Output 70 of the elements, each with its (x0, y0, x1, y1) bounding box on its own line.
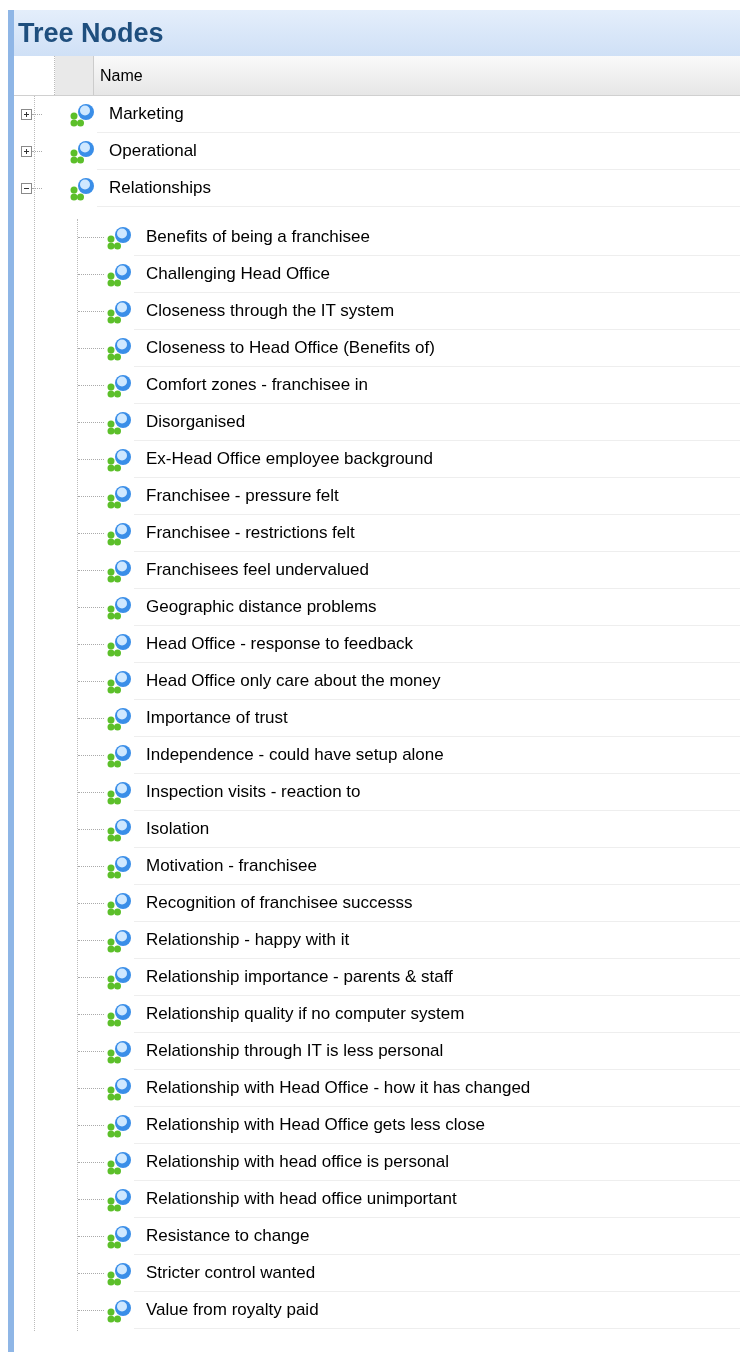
node-icon (106, 853, 134, 880)
node-name[interactable]: Independence - could have setup alone (134, 737, 740, 774)
node-name[interactable]: Relationship with head office is personal (134, 1144, 740, 1181)
node-name[interactable]: Franchisee - pressure felt (134, 478, 740, 515)
node-icon (106, 409, 134, 436)
node-icon (106, 631, 134, 658)
node-name[interactable]: Relationship with head office unimportant (134, 1181, 740, 1218)
node-name[interactable]: Franchisees feel undervalued (134, 552, 740, 589)
node-icon (106, 372, 134, 399)
node-icon (106, 668, 134, 695)
node-name[interactable]: Comfort zones - franchisee in (134, 367, 740, 404)
node-name[interactable]: Marketing (97, 96, 740, 133)
node-icon (106, 1149, 134, 1176)
node-icon (106, 1075, 134, 1102)
node-icon (106, 1001, 134, 1028)
node-name[interactable]: Operational (97, 133, 740, 170)
node-icon (69, 175, 97, 202)
node-name[interactable]: Relationship through IT is less personal (134, 1033, 740, 1070)
node-icon (106, 1260, 134, 1287)
node-name[interactable]: Disorganised (134, 404, 740, 441)
node-icon (106, 816, 134, 843)
node-name[interactable]: Ex-Head Office employee background (134, 441, 740, 478)
node-icon (106, 927, 134, 954)
node-name[interactable]: Relationship with Head Office gets less close (134, 1107, 740, 1144)
node-icon (106, 890, 134, 917)
collapse-icon[interactable] (21, 183, 32, 194)
node-icon (106, 335, 134, 362)
node-icon (106, 520, 134, 547)
node-icon (69, 101, 97, 128)
node-icon (106, 1112, 134, 1139)
node-name[interactable]: Isolation (134, 811, 740, 848)
node-name[interactable]: Motivation - franchisee (134, 848, 740, 885)
node-icon (106, 964, 134, 991)
node-icon (106, 224, 134, 251)
node-name[interactable]: Head Office - response to feedback (134, 626, 740, 663)
node-icon (106, 779, 134, 806)
node-name[interactable]: Value from royalty paid (134, 1292, 740, 1329)
node-name[interactable]: Franchisee - restrictions felt (134, 515, 740, 552)
node-name[interactable]: Relationship importance - parents & staff (134, 959, 740, 996)
node-icon (106, 298, 134, 325)
node-icon (106, 483, 134, 510)
node-name[interactable]: Closeness to Head Office (Benefits of) (134, 330, 740, 367)
node-name[interactable]: Relationships (97, 170, 740, 207)
expand-icon[interactable] (21, 146, 32, 157)
node-name[interactable]: Inspection visits - reaction to (134, 774, 740, 811)
node-icon (106, 705, 134, 732)
node-name[interactable]: Challenging Head Office (134, 256, 740, 293)
node-icon (106, 1297, 134, 1324)
panel-title: Tree Nodes (14, 10, 740, 56)
node-name[interactable]: Recognition of franchisee successs (134, 885, 740, 922)
node-name[interactable]: Relationship with Head Office - how it has changed (134, 1070, 740, 1107)
node-icon (69, 138, 97, 165)
node-name[interactable]: Relationship - happy with it (134, 922, 740, 959)
node-name[interactable]: Benefits of being a franchisee (134, 219, 740, 256)
expand-icon[interactable] (21, 109, 32, 120)
node-icon (106, 446, 134, 473)
node-name[interactable]: Importance of trust (134, 700, 740, 737)
node-icon (106, 1186, 134, 1213)
node-icon (106, 1223, 134, 1250)
node-name[interactable]: Closeness through the IT system (134, 293, 740, 330)
node-icon (106, 557, 134, 584)
node-name[interactable]: Relationship quality if no computer system (134, 996, 740, 1033)
node-name[interactable]: Stricter control wanted (134, 1255, 740, 1292)
node-icon (106, 261, 134, 288)
node-icon (106, 1038, 134, 1065)
node-icon (106, 594, 134, 621)
node-name[interactable]: Head Office only care about the money (134, 663, 740, 700)
node-name[interactable]: Resistance to change (134, 1218, 740, 1255)
node-icon (106, 742, 134, 769)
node-name[interactable]: Geographic distance problems (134, 589, 740, 626)
